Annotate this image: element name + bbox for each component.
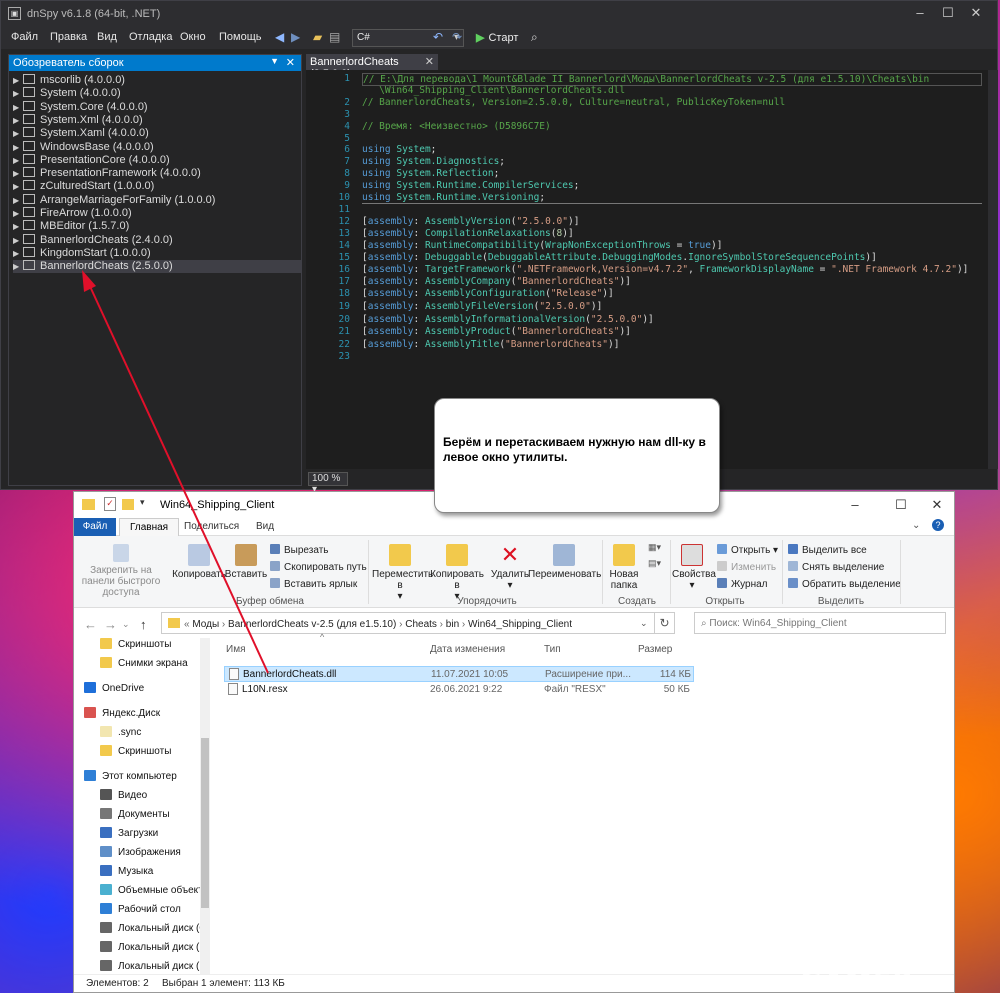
arrow-head-icon (82, 270, 96, 292)
callout-bubble: Берём и перетаскиваем нужную нам dll-ку … (434, 398, 720, 513)
watermark: GAMER-MODS (800, 966, 927, 993)
drag-arrow-line (87, 281, 269, 674)
